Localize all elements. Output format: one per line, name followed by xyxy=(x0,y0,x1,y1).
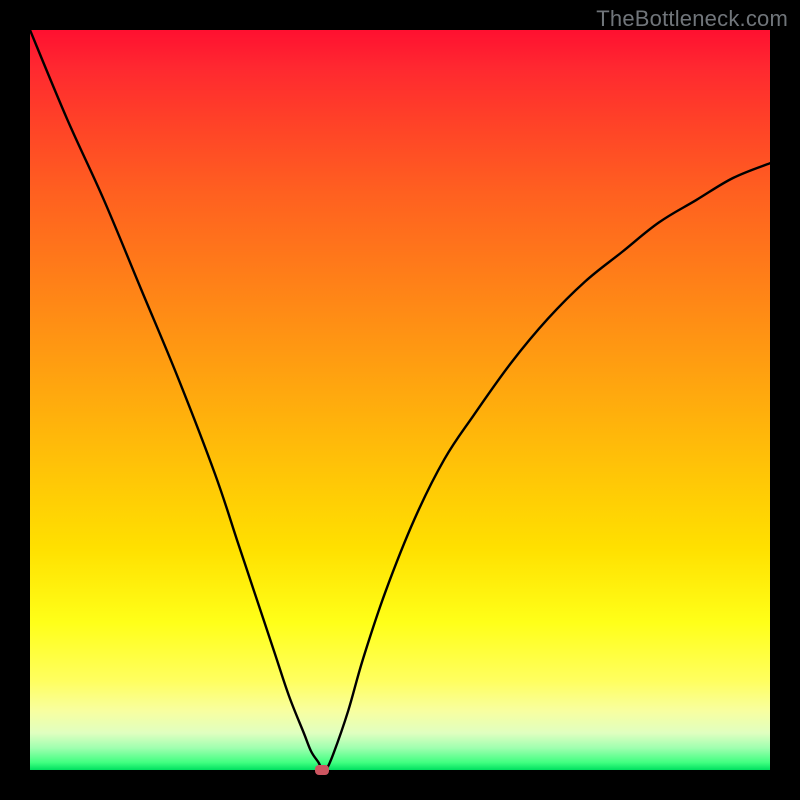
bottleneck-curve xyxy=(30,30,770,770)
chart-frame: TheBottleneck.com xyxy=(0,0,800,800)
watermark-text: TheBottleneck.com xyxy=(596,6,788,32)
plot-area xyxy=(30,30,770,770)
curve-minimum-marker xyxy=(315,765,329,775)
